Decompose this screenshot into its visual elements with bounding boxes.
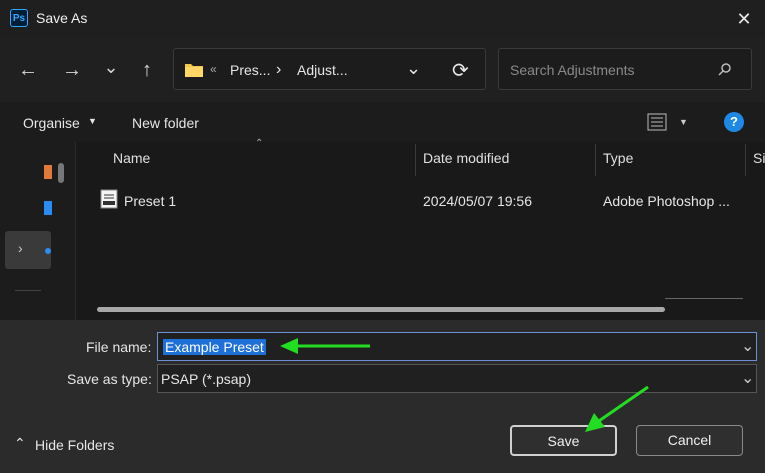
window-title: Save As <box>36 10 88 26</box>
organise-dropdown-icon[interactable]: ▼ <box>88 116 97 126</box>
breadcrumb-separator: › <box>276 61 282 78</box>
view-options-icon[interactable] <box>647 113 667 131</box>
sort-ascending-icon: ⌃ <box>255 138 264 149</box>
chevron-right-icon[interactable]: › <box>18 240 23 256</box>
save-as-type-value[interactable]: PSAP (*.psap) <box>161 371 251 387</box>
refresh-icon[interactable]: ⟳ <box>452 58 469 83</box>
file-date-cell: 2024/05/07 19:56 <box>423 193 532 209</box>
photoshop-app-icon: Ps <box>10 9 28 27</box>
column-header-type[interactable]: Type <box>603 150 633 166</box>
hide-folders-button[interactable]: Hide Folders <box>35 437 114 453</box>
gallery-icon[interactable] <box>44 201 52 215</box>
save-as-type-label: Save as type: <box>67 371 152 387</box>
breadcrumb-item-adjustments[interactable]: Adjust... <box>297 62 348 78</box>
close-button[interactable]: ✕ <box>733 8 755 30</box>
file-type-cell: Adobe Photoshop ... <box>603 193 730 209</box>
file-list <box>76 142 765 320</box>
file-name-cell[interactable]: Preset 1 <box>124 193 176 209</box>
address-dropdown-icon[interactable]: ⌄ <box>406 58 421 79</box>
cancel-button[interactable]: Cancel <box>636 425 743 456</box>
new-folder-button[interactable]: New folder <box>132 115 199 131</box>
save-button[interactable]: Save <box>510 425 617 456</box>
view-dropdown-icon[interactable]: ▼ <box>679 117 688 127</box>
column-separator[interactable] <box>745 144 746 176</box>
chevron-down-icon: ⌄ <box>103 57 119 77</box>
cloud-icon <box>45 248 51 254</box>
column-header-size[interactable]: Si <box>753 150 765 166</box>
column-header-name[interactable]: Name <box>113 150 150 166</box>
preset-file-icon <box>100 189 118 209</box>
horizontal-scrollbar-thumb[interactable] <box>97 307 665 312</box>
search-icon[interactable] <box>717 62 733 78</box>
forward-arrow-icon: → <box>62 59 82 81</box>
back-arrow-icon: ← <box>18 59 38 81</box>
save-as-type-dropdown-icon[interactable]: ⌄ <box>741 368 754 388</box>
column-header-date-modified[interactable]: Date modified <box>423 150 509 166</box>
folder-icon <box>185 64 203 77</box>
chevron-up-icon[interactable]: ⌃ <box>14 435 26 452</box>
close-icon: ✕ <box>736 9 752 29</box>
search-input[interactable]: Search Adjustments <box>510 62 635 78</box>
organise-button[interactable]: Organise <box>23 115 80 131</box>
scroll-track-marker <box>665 298 743 299</box>
file-name-label: File name: <box>86 339 152 355</box>
back-button[interactable]: ← <box>13 55 43 85</box>
forward-button[interactable]: → <box>57 55 87 85</box>
home-icon[interactable] <box>44 165 52 179</box>
title-bar <box>0 0 765 38</box>
recent-locations-button[interactable]: ⌄ <box>96 52 126 82</box>
help-icon[interactable]: ? <box>724 112 744 132</box>
file-name-input-text[interactable]: Example Preset <box>163 339 266 355</box>
up-button[interactable]: ↑ <box>132 55 162 85</box>
breadcrumb-item-presets[interactable]: Pres... <box>230 62 270 78</box>
sidebar-divider <box>15 290 41 291</box>
up-arrow-icon: ↑ <box>142 59 152 81</box>
sidebar-scrollbar[interactable] <box>58 163 64 183</box>
column-separator[interactable] <box>415 144 416 176</box>
column-separator[interactable] <box>595 144 596 176</box>
file-name-dropdown-icon[interactable]: ⌄ <box>741 336 754 356</box>
breadcrumb-overflow[interactable]: « <box>210 62 217 76</box>
selected-text: Example Preset <box>163 339 266 355</box>
